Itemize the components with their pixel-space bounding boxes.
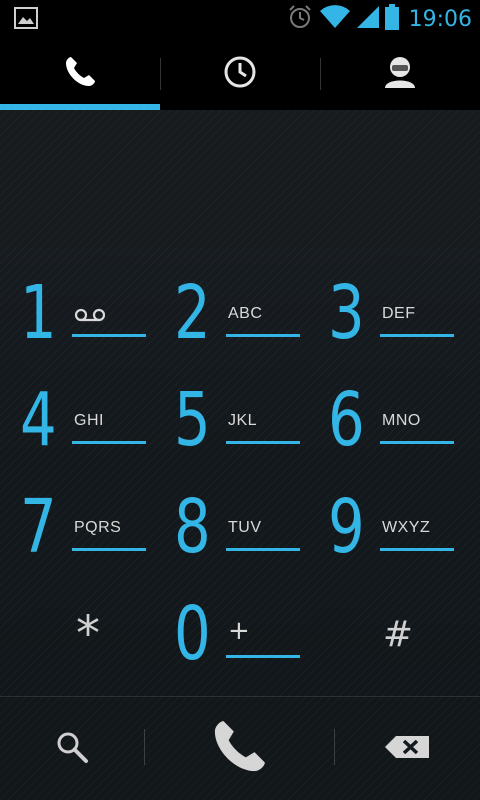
key-letters: + (228, 616, 250, 646)
key-symbol: # (382, 613, 414, 655)
search-icon (55, 730, 89, 768)
key-underline (380, 548, 454, 551)
key-underline (226, 441, 300, 444)
dialer-screen: 19:06 1 2 ABC 3 DEF 4 GHI 5 JKL 6 MNO 7 … (0, 0, 480, 800)
phone-icon (62, 54, 98, 94)
key-digit: 3 (328, 270, 365, 356)
wifi-icon (319, 4, 351, 34)
status-time: 19:06 (408, 6, 472, 32)
key-underline (226, 334, 300, 337)
picture-notification-icon (14, 7, 38, 33)
call-icon (208, 716, 270, 782)
key-0[interactable]: 0 + (154, 594, 314, 700)
key-underline (380, 441, 454, 444)
key-digit: 7 (20, 484, 57, 570)
voicemail-icon (74, 307, 106, 327)
search-button[interactable] (0, 697, 144, 800)
key-digit: 5 (174, 377, 211, 463)
clock-icon (223, 55, 257, 93)
action-bar (0, 696, 480, 800)
key-6[interactable]: 6 MNO (308, 380, 468, 486)
key-letters: ABC (228, 305, 263, 322)
key-underline (226, 655, 300, 658)
key-9[interactable]: 9 WXYZ (308, 487, 468, 593)
tab-call-log[interactable] (160, 38, 320, 110)
tab-contacts[interactable] (320, 38, 480, 110)
backspace-icon (384, 735, 430, 763)
key-8[interactable]: 8 TUV (154, 487, 314, 593)
key-underline (72, 441, 146, 444)
tab-dialer[interactable] (0, 38, 160, 111)
key-underline (72, 334, 146, 337)
key-letters: WXYZ (382, 519, 431, 536)
key-4[interactable]: 4 GHI (0, 380, 160, 486)
key-letters: MNO (382, 412, 421, 429)
contact-icon (383, 54, 417, 94)
key-underline (380, 334, 454, 337)
key-digit: 9 (328, 484, 365, 570)
call-button[interactable] (144, 697, 334, 800)
key-letters: PQRS (74, 519, 122, 536)
key-underline (72, 548, 146, 551)
key-letters: TUV (228, 519, 262, 536)
key-2[interactable]: 2 ABC (154, 273, 314, 379)
signal-icon (356, 4, 379, 34)
key-symbol: * (76, 606, 100, 662)
key-digit: 6 (328, 377, 365, 463)
key-digit: 8 (174, 484, 211, 570)
digits-input[interactable] (0, 110, 480, 248)
key-letters: JKL (228, 412, 258, 429)
delete-button[interactable] (334, 697, 480, 800)
tab-bar (0, 38, 480, 111)
status-icons: 19:06 (287, 0, 472, 38)
key-letters: GHI (74, 412, 104, 429)
key-1[interactable]: 1 (0, 273, 160, 379)
key-3[interactable]: 3 DEF (308, 273, 468, 379)
key-digit: 1 (20, 270, 57, 356)
key-letters: DEF (382, 305, 416, 322)
key-underline (226, 548, 300, 551)
key-star[interactable]: * (8, 594, 168, 700)
alarm-icon (287, 4, 313, 34)
key-digit: 4 (20, 377, 57, 463)
key-digit: 2 (174, 270, 211, 356)
key-5[interactable]: 5 JKL (154, 380, 314, 486)
key-digit: 0 (174, 591, 211, 677)
key-7[interactable]: 7 PQRS (0, 487, 160, 593)
battery-icon (384, 4, 399, 34)
status-bar: 19:06 (0, 0, 480, 38)
key-pound[interactable]: # (318, 594, 478, 700)
